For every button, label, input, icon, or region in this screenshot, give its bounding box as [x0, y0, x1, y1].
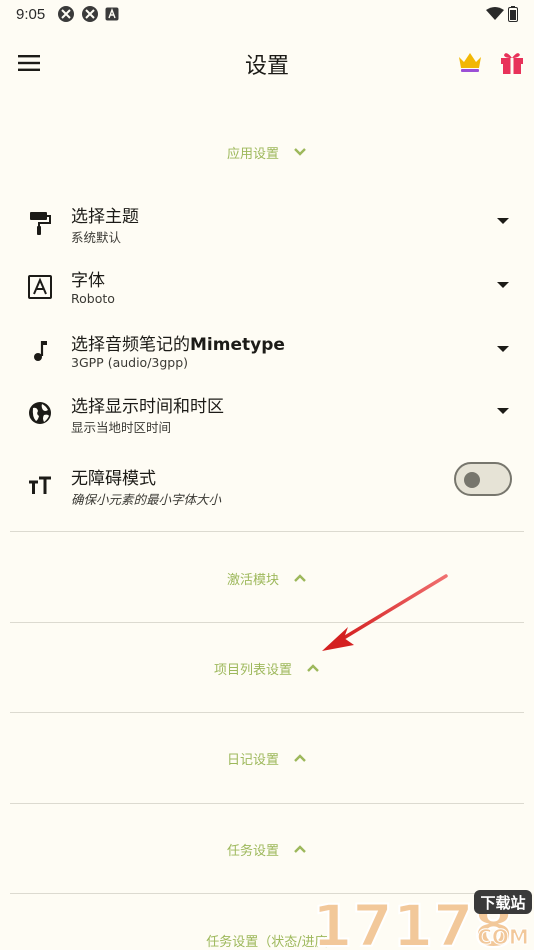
notification-a-icon: [105, 7, 119, 21]
setting-subtitle: Roboto: [71, 291, 115, 306]
chevron-down-icon: [294, 148, 306, 156]
section-app-settings[interactable]: 应用设置: [0, 132, 534, 172]
status-bar: 9:05: [0, 0, 534, 28]
setting-font[interactable]: 字体 Roboto: [0, 260, 534, 320]
setting-theme[interactable]: 选择主题 系统默认: [0, 196, 534, 256]
dropdown-arrow-icon[interactable]: [496, 216, 510, 226]
music-note-icon: [34, 341, 47, 361]
paint-roller-icon: [30, 212, 51, 235]
watermark-domain: COM: [477, 925, 529, 949]
watermark-badge: 下载站: [480, 894, 525, 912]
text-size-icon: [29, 476, 51, 494]
setting-title: 无障碍模式: [71, 469, 156, 489]
crown-icon: [459, 53, 481, 72]
wifi-icon: [486, 7, 504, 20]
section-diary-settings-label: 日记设置: [226, 752, 279, 768]
dropdown-arrow-icon[interactable]: [496, 280, 510, 290]
setting-title: 选择显示时间和时区: [71, 397, 224, 417]
setting-timezone[interactable]: 选择显示时间和时区 显示当地时区时间: [0, 386, 534, 446]
setting-title: 字体: [71, 271, 105, 291]
dropdown-arrow-icon[interactable]: [496, 406, 510, 416]
premium-button[interactable]: [456, 48, 484, 76]
chevron-up-icon: [294, 574, 306, 582]
chevron-up-icon: [307, 664, 319, 672]
status-notification-icons: [57, 5, 119, 23]
setting-title-prefix: 选择音频笔记的: [71, 335, 190, 355]
setting-subtitle: 显示当地时区时间: [71, 420, 172, 435]
setting-subtitle: 3GPP (audio/3gpp): [71, 355, 189, 370]
status-time: 9:05: [16, 5, 46, 23]
section-diary-settings[interactable]: 日记设置: [0, 738, 534, 778]
setting-title-bold: Mimetype: [190, 335, 285, 355]
gift-button[interactable]: [498, 48, 526, 76]
setting-accessibility-mode[interactable]: 无障碍模式 确保小元素的最小字体大小: [0, 458, 534, 518]
dropdown-arrow-icon[interactable]: [496, 344, 510, 354]
setting-subtitle: 系统默认: [71, 230, 122, 245]
section-activate-modules-label: 激活模块: [226, 572, 279, 588]
setting-title: 选择音频笔记的Mimetype: [71, 330, 285, 355]
site-watermark: 17178 下载站 COM: [311, 890, 532, 950]
app-bar: 设置: [0, 38, 534, 88]
accessibility-toggle[interactable]: [454, 462, 512, 496]
section-project-list-settings-label: 项目列表设置: [213, 662, 292, 678]
chevron-up-icon: [294, 845, 306, 853]
font-box-icon: [28, 275, 52, 299]
divider: [10, 712, 524, 713]
globe-icon: [29, 402, 51, 424]
setting-subtitle: 确保小元素的最小字体大小: [71, 492, 222, 507]
divider: [10, 622, 524, 623]
section-project-list-settings[interactable]: 项目列表设置: [0, 648, 534, 688]
battery-icon: [508, 6, 518, 22]
page-title: 设置: [244, 54, 289, 79]
gift-icon: [501, 53, 523, 74]
chevron-up-icon: [294, 754, 306, 762]
section-task-settings[interactable]: 任务设置: [0, 829, 534, 869]
toggle-knob: [464, 472, 480, 488]
notification-app-icon: [58, 6, 75, 22]
status-system-icons: [486, 6, 518, 22]
setting-audio-mimetype[interactable]: 选择音频笔记的Mimetype 3GPP (audio/3gpp): [0, 324, 534, 384]
notification-app-icon: [82, 6, 99, 22]
setting-title: 选择主题: [71, 207, 139, 227]
section-app-settings-label: 应用设置: [226, 146, 279, 162]
divider: [10, 531, 524, 532]
section-activate-modules[interactable]: 激活模块: [0, 558, 534, 598]
divider: [10, 803, 524, 804]
section-task-settings-label: 任务设置: [226, 843, 279, 859]
